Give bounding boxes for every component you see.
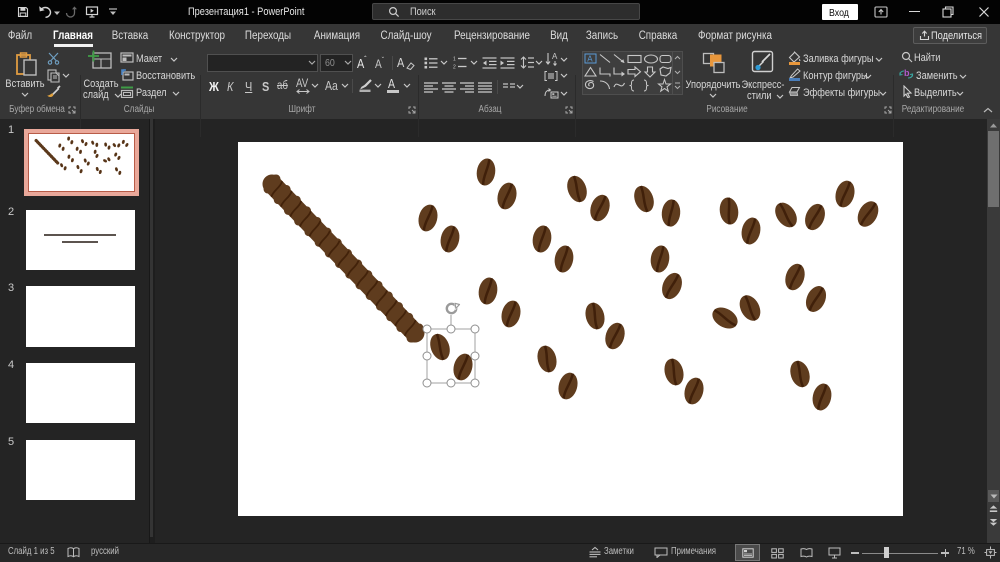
svg-text:b: b	[904, 68, 910, 78]
svg-text:2: 2	[453, 65, 456, 69]
svg-text:1: 1	[453, 57, 456, 63]
svg-text:A: A	[587, 55, 593, 64]
svg-text:А: А	[552, 52, 558, 61]
